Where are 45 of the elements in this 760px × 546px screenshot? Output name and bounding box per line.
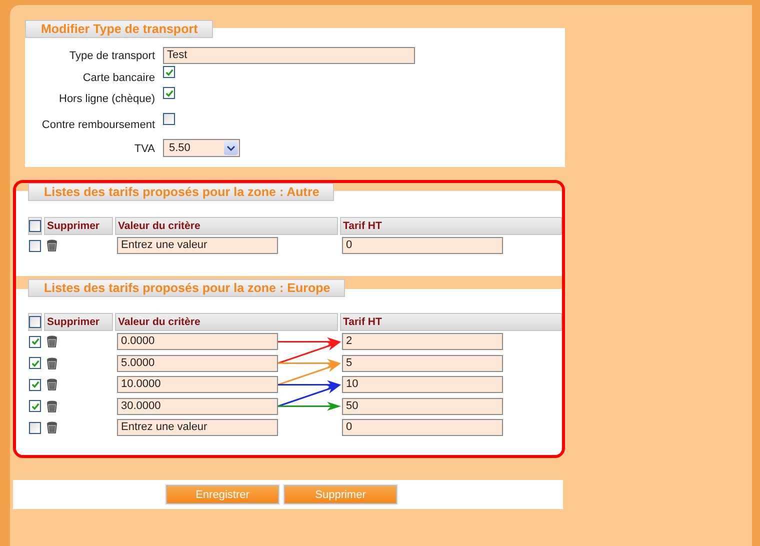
column-header: Tarif HT: [340, 217, 562, 235]
checkbox[interactable]: [29, 220, 41, 232]
text-field[interactable]: 10: [342, 376, 503, 394]
column-header: Supprimer: [44, 313, 113, 331]
text-field[interactable]: 0.0000: [117, 333, 278, 350]
checkbox[interactable]: [163, 66, 175, 78]
field-label: Carte bancaire: [82, 71, 156, 86]
field-label: Type de transport: [68, 49, 156, 64]
field-label: TVA: [133, 142, 156, 157]
text-field[interactable]: 0: [342, 419, 503, 436]
field-label: Hors ligne (chèque): [58, 92, 156, 107]
column-header: Valeur du critère: [115, 313, 338, 331]
text-field[interactable]: 10.0000: [117, 376, 278, 394]
field-label: Contre remboursement: [40, 118, 156, 133]
trash-icon[interactable]: [46, 400, 58, 413]
column-header: Supprimer: [44, 217, 113, 235]
trash-icon[interactable]: [46, 378, 58, 392]
checkbox[interactable]: [163, 87, 175, 99]
text-field[interactable]: Test: [163, 47, 415, 64]
trash-icon[interactable]: [46, 335, 58, 348]
checkbox[interactable]: [29, 316, 41, 328]
text-field[interactable]: 50: [342, 398, 503, 415]
text-field[interactable]: 2: [342, 333, 503, 350]
checkbox[interactable]: [29, 357, 41, 370]
trash-icon[interactable]: [46, 356, 58, 370]
checkbox[interactable]: [29, 240, 41, 252]
section-title: Modifier Type de transport: [25, 20, 213, 38]
column-header: Tarif HT: [340, 313, 562, 331]
trash-icon[interactable]: [46, 239, 58, 252]
text-field[interactable]: Entrez une valeur: [117, 419, 278, 436]
checkbox[interactable]: [29, 422, 41, 434]
trash-icon[interactable]: [46, 421, 58, 434]
text-field[interactable]: 0: [342, 237, 503, 254]
text-field[interactable]: Entrez une valeur: [117, 237, 278, 254]
checkbox[interactable]: [29, 378, 41, 391]
select-field[interactable]: 5.50: [163, 139, 240, 157]
checkbox[interactable]: [29, 400, 41, 412]
checkbox[interactable]: [29, 336, 41, 348]
text-field[interactable]: 30.0000: [117, 398, 278, 415]
column-header: Valeur du critère: [115, 217, 338, 235]
text-field[interactable]: 5.0000: [117, 354, 278, 372]
section-title: Listes des tarifs proposés pour la zone : Europe: [28, 279, 346, 297]
text-field[interactable]: 5: [342, 354, 503, 372]
checkbox[interactable]: [163, 113, 175, 125]
section-title: Listes des tarifs proposés pour la zone : Autre: [28, 183, 334, 201]
